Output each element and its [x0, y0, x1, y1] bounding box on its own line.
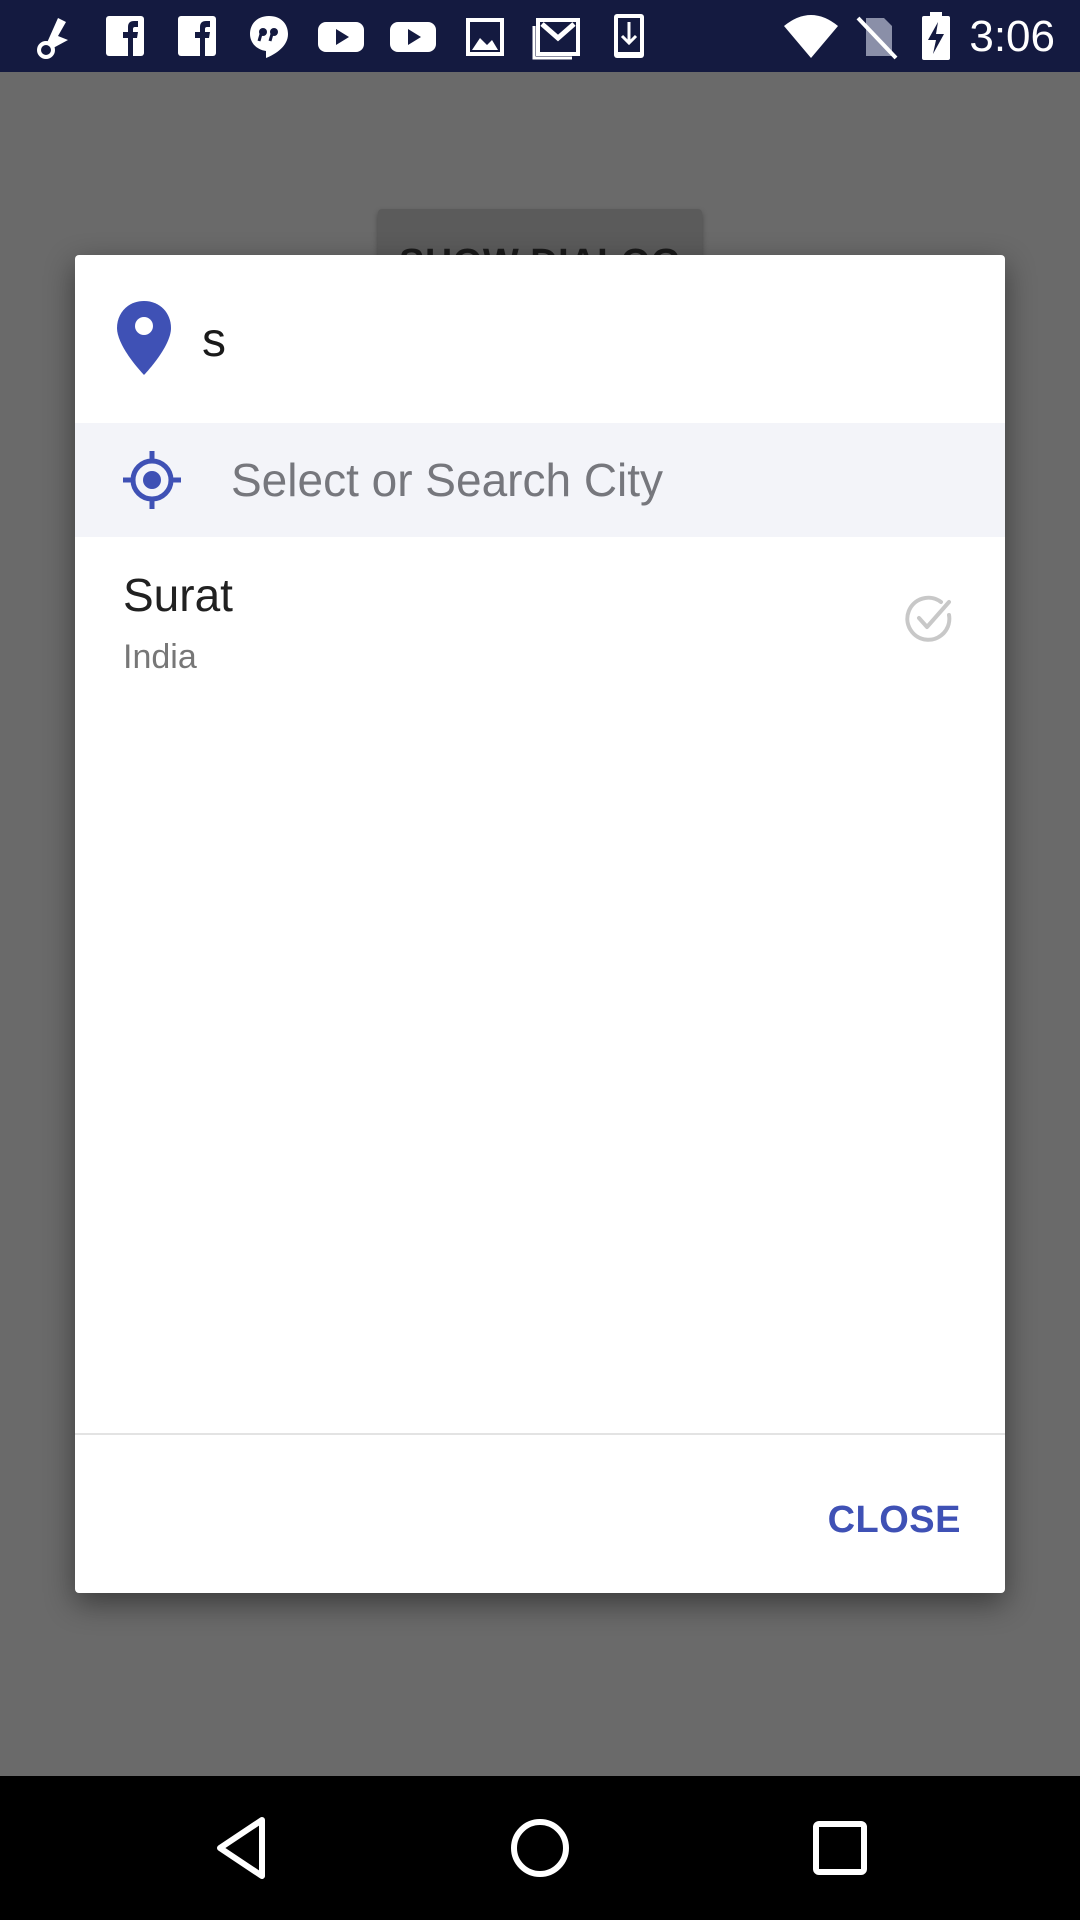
city-name: Surat	[123, 569, 233, 621]
wifi-icon	[782, 10, 840, 62]
youtube-icon	[388, 10, 438, 62]
status-bar: 3:06	[0, 0, 1080, 72]
list-item[interactable]: Surat India	[75, 537, 1005, 705]
recents-icon[interactable]	[804, 1812, 876, 1884]
gps-target-icon	[121, 449, 183, 511]
city-picker-dialog: Select or Search City Surat India CLOSE	[75, 255, 1005, 1593]
quote-message-icon	[244, 10, 294, 62]
facebook-icon	[100, 10, 150, 62]
select-city-row[interactable]: Select or Search City	[75, 423, 1005, 537]
check-circle-icon	[903, 593, 955, 645]
status-time: 3:06	[969, 12, 1055, 61]
app-notification-icon	[28, 10, 78, 62]
battery-charging-icon	[916, 10, 956, 62]
search-row	[75, 255, 1005, 423]
location-pin-icon	[115, 299, 173, 377]
gallery-icon	[460, 10, 510, 62]
city-country: India	[123, 638, 197, 676]
back-icon[interactable]	[206, 1812, 278, 1884]
facebook-icon	[172, 10, 222, 62]
home-icon[interactable]	[504, 1812, 576, 1884]
gmail-icon	[532, 10, 582, 62]
no-sim-icon	[852, 10, 902, 62]
navigation-bar	[0, 1776, 1080, 1920]
download-icon	[604, 10, 654, 62]
close-button[interactable]: CLOSE	[824, 1480, 965, 1560]
select-city-label: Select or Search City	[231, 454, 664, 506]
dialog-divider	[75, 1433, 1005, 1435]
youtube-icon	[316, 10, 366, 62]
city-search-input[interactable]	[200, 295, 960, 385]
